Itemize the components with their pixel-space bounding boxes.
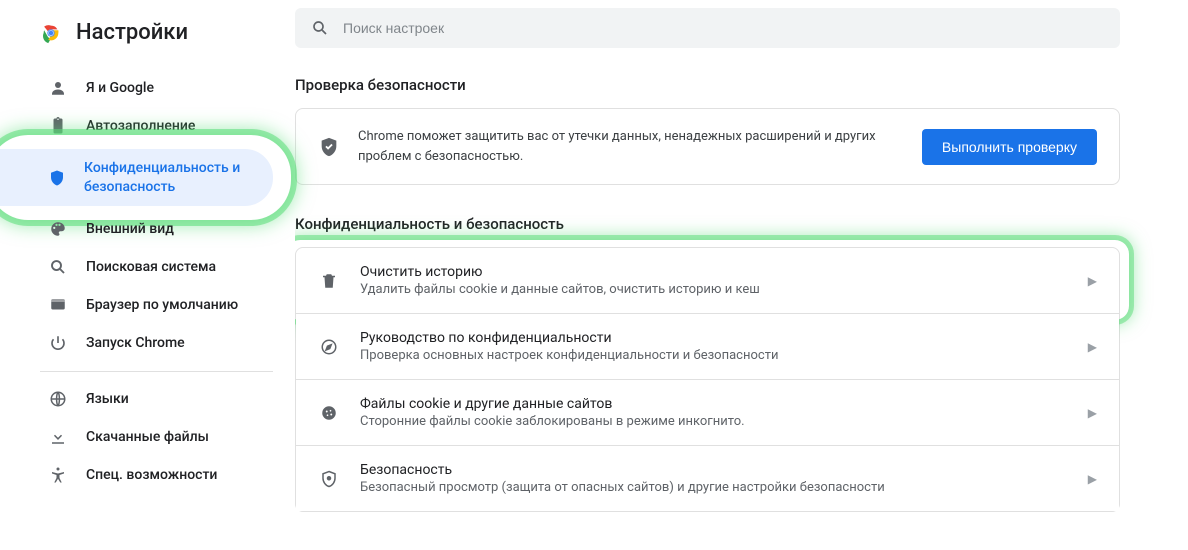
divider — [40, 371, 273, 372]
browser-icon — [48, 296, 68, 314]
row-privacy-guide[interactable]: Руководство по конфиденциальности Провер… — [296, 313, 1119, 379]
shield-icon — [48, 169, 66, 187]
section-title-privacy: Конфиденциальность и безопасность — [295, 215, 1120, 233]
search-bar[interactable] — [295, 8, 1120, 48]
row-title: Руководство по конфиденциальности — [360, 330, 1068, 346]
sidebar-item-privacy-security[interactable]: Конфиденциальность и безопасность — [0, 149, 273, 205]
chevron-right-icon: ▶ — [1088, 274, 1097, 288]
run-safety-check-button[interactable]: Выполнить проверку — [922, 129, 1097, 165]
globe-icon — [48, 390, 68, 408]
safety-check-card: Chrome поможет защитить вас от утечки да… — [295, 108, 1120, 185]
page-title: Настройки — [76, 20, 188, 45]
chevron-right-icon: ▶ — [1088, 406, 1097, 420]
sidebar-item-label: Скачанные файлы — [86, 428, 209, 446]
sidebar-item-appearance[interactable]: Внешний вид — [0, 210, 295, 248]
user-icon — [48, 79, 68, 97]
sidebar-item-startup[interactable]: Запуск Chrome — [0, 324, 295, 362]
sidebar-item-label: Запуск Chrome — [86, 334, 185, 352]
sidebar-item-label: Поисковая система — [86, 258, 216, 276]
sidebar-item-label: Спец. возможности — [86, 466, 217, 484]
security-icon — [318, 470, 340, 488]
chrome-logo-icon — [40, 22, 62, 44]
chevron-right-icon: ▶ — [1088, 340, 1097, 354]
sidebar-item-autofill[interactable]: Автозаполнение — [0, 107, 295, 145]
search-input[interactable] — [343, 20, 1104, 36]
sidebar-item-label: Внешний вид — [86, 220, 174, 238]
row-security[interactable]: Безопасность Безопасный просмотр (защита… — [296, 445, 1119, 511]
safety-check-text: Chrome поможет защитить вас от утечки да… — [358, 127, 904, 166]
privacy-list: Очистить историю Удалить файлы cookie и … — [295, 247, 1120, 512]
sidebar-item-label: Конфиденциальность и безопасность — [84, 159, 257, 195]
row-subtitle: Сторонние файлы cookie заблокированы в р… — [360, 414, 1068, 429]
accessibility-icon — [48, 466, 68, 484]
main-content: Проверка безопасности Chrome поможет защ… — [295, 0, 1188, 550]
search-icon — [48, 258, 68, 276]
row-subtitle: Проверка основных настроек конфиденциаль… — [360, 348, 1068, 363]
sidebar-item-downloads[interactable]: Скачанные файлы — [0, 418, 295, 456]
row-subtitle: Удалить файлы cookie и данные сайтов, оч… — [360, 282, 1068, 297]
row-subtitle: Безопасный просмотр (защита от опасных с… — [360, 480, 1068, 495]
row-title: Файлы cookie и другие данные сайтов — [360, 396, 1068, 412]
shield-check-icon — [318, 136, 340, 158]
compass-icon — [318, 338, 340, 356]
sidebar-item-label: Языки — [86, 390, 129, 408]
sidebar-header: Настройки — [0, 20, 295, 63]
sidebar-item-accessibility[interactable]: Спец. возможности — [0, 456, 295, 494]
chevron-right-icon: ▶ — [1088, 472, 1097, 486]
row-cookies[interactable]: Файлы cookie и другие данные сайтов Стор… — [296, 379, 1119, 445]
search-icon — [311, 19, 329, 37]
sidebar-item-label: Я и Google — [86, 79, 154, 97]
palette-icon — [48, 220, 68, 238]
sidebar: Настройки Я и Google Автозаполнение Конф… — [0, 0, 295, 550]
clipboard-icon — [48, 117, 68, 135]
sidebar-item-label: Автозаполнение — [86, 117, 195, 135]
cookie-icon — [318, 404, 340, 422]
row-title: Безопасность — [360, 462, 1068, 478]
section-title-safety: Проверка безопасности — [295, 76, 1120, 94]
row-clear-browsing-data[interactable]: Очистить историю Удалить файлы cookie и … — [296, 248, 1119, 313]
power-icon — [48, 334, 68, 352]
sidebar-item-you-and-google[interactable]: Я и Google — [0, 69, 295, 107]
sidebar-nav: Я и Google Автозаполнение Конфиденциальн… — [0, 63, 295, 494]
trash-icon — [318, 272, 340, 290]
row-title: Очистить историю — [360, 264, 1068, 280]
sidebar-item-search-engine[interactable]: Поисковая система — [0, 248, 295, 286]
sidebar-item-languages[interactable]: Языки — [0, 380, 295, 418]
sidebar-item-default-browser[interactable]: Браузер по умолчанию — [0, 286, 295, 324]
sidebar-item-label: Браузер по умолчанию — [86, 296, 238, 314]
download-icon — [48, 428, 68, 446]
